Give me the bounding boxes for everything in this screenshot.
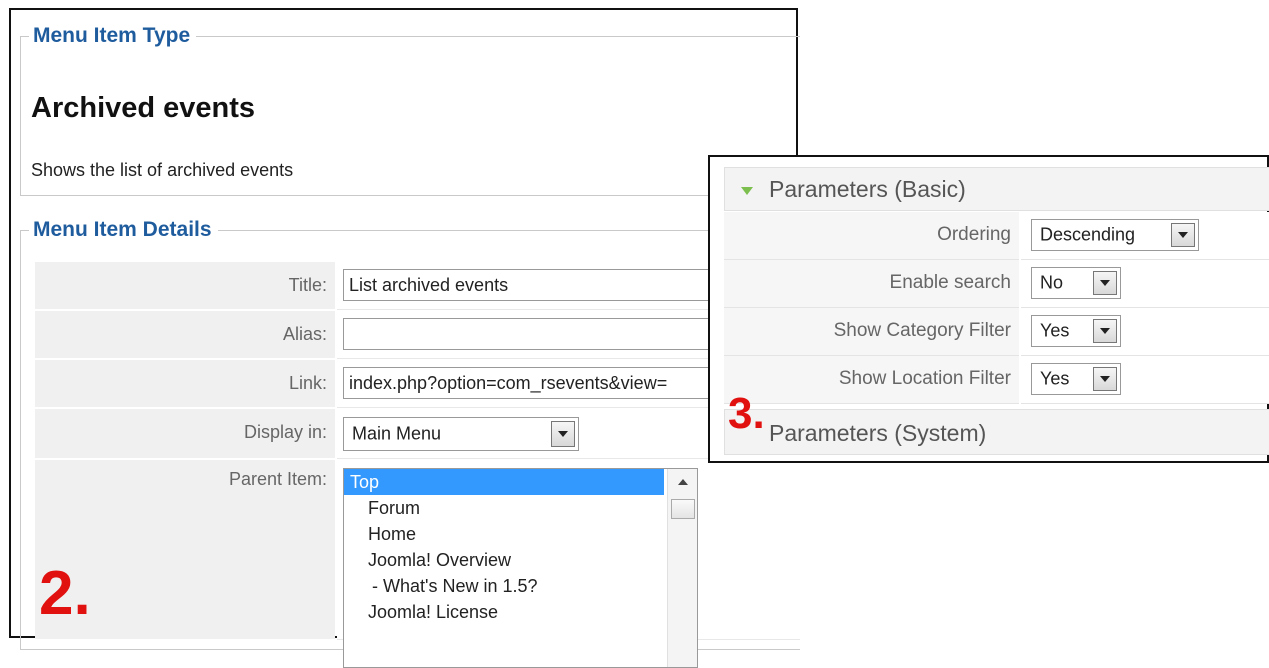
link-row: Link: index.php?option=com_rsevents&view… <box>35 360 803 408</box>
step-number-3: 3. <box>728 389 765 438</box>
alias-row: Alias: <box>35 311 803 359</box>
title-row: Title: List archived events <box>35 262 803 310</box>
dropdown-button[interactable] <box>551 421 575 447</box>
menu-item-type-legend: Menu Item Type <box>29 24 197 48</box>
show-category-filter-row: Show Category Filter Yes <box>724 308 1269 356</box>
menu-type-description: Shows the list of archived events <box>31 160 294 180</box>
list-item[interactable]: Joomla! License <box>344 599 697 625</box>
display-in-label: Display in: <box>35 409 335 459</box>
show-location-filter-select[interactable]: Yes <box>1031 363 1121 395</box>
display-in-row: Display in: Main Menu <box>35 409 800 459</box>
parent-item-row: Parent Item: Top Forum Home Joomla! Over… <box>35 460 800 668</box>
ordering-select[interactable]: Descending <box>1031 219 1199 251</box>
list-item[interactable]: Top <box>344 469 664 495</box>
parent-item-listbox[interactable]: Top Forum Home Joomla! Overview - What's… <box>343 468 698 668</box>
show-location-filter-row: Show Location Filter Yes <box>724 356 1269 404</box>
show-category-filter-select[interactable]: Yes <box>1031 315 1121 347</box>
scroll-up-icon[interactable] <box>678 479 688 485</box>
ordering-value: Descending <box>1040 224 1136 245</box>
list-item[interactable]: Home <box>344 521 697 547</box>
dropdown-button[interactable] <box>1093 367 1117 391</box>
enable-search-row: Enable search No <box>724 260 1269 308</box>
enable-search-label: Enable search <box>724 260 1019 308</box>
listbox-scrollbar[interactable] <box>667 469 697 667</box>
parameters-basic-header[interactable]: Parameters (Basic) <box>724 167 1269 211</box>
show-location-filter-label: Show Location Filter <box>724 356 1019 404</box>
parameters-basic-title: Parameters (Basic) <box>769 176 966 202</box>
ordering-label: Ordering <box>724 212 1019 260</box>
dropdown-button[interactable] <box>1171 223 1195 247</box>
chevron-down-icon <box>1100 280 1110 286</box>
parameters-system-title: Parameters (System) <box>769 420 987 446</box>
chevron-down-icon <box>1100 328 1110 334</box>
title-label: Title: <box>35 262 335 310</box>
link-label: Link: <box>35 360 335 408</box>
ordering-row: Ordering Descending <box>724 212 1269 260</box>
menu-item-panel: Menu Item Type Archived events Shows the… <box>9 8 803 668</box>
display-in-value: Main Menu <box>352 423 442 444</box>
enable-search-select[interactable]: No <box>1031 267 1121 299</box>
enable-search-value: No <box>1040 272 1064 293</box>
parameters-panel: Parameters (Basic) Ordering Descending E… <box>708 155 1269 463</box>
dropdown-button[interactable] <box>1093 319 1117 343</box>
show-category-filter-label: Show Category Filter <box>724 308 1019 356</box>
chevron-down-icon <box>1100 376 1110 382</box>
menu-type-title: Archived events <box>31 92 256 124</box>
chevron-down-icon <box>1178 232 1188 238</box>
expand-arrow-icon <box>741 187 753 195</box>
show-category-filter-value: Yes <box>1040 320 1070 341</box>
scroll-thumb[interactable] <box>671 499 695 519</box>
list-item[interactable]: Joomla! Overview <box>344 547 697 573</box>
dropdown-button[interactable] <box>1093 271 1117 295</box>
alias-label: Alias: <box>35 311 335 359</box>
list-item[interactable]: Forum <box>344 495 697 521</box>
chevron-down-icon <box>558 431 568 437</box>
menu-item-details-legend: Menu Item Details <box>29 218 218 242</box>
display-in-select[interactable]: Main Menu <box>343 417 579 451</box>
show-location-filter-value: Yes <box>1040 368 1070 389</box>
step-number-2: 2. <box>39 559 91 628</box>
parameters-system-header[interactable]: Parameters (System) <box>724 409 1269 455</box>
list-item[interactable]: - What's New in 1.5? <box>344 573 697 599</box>
